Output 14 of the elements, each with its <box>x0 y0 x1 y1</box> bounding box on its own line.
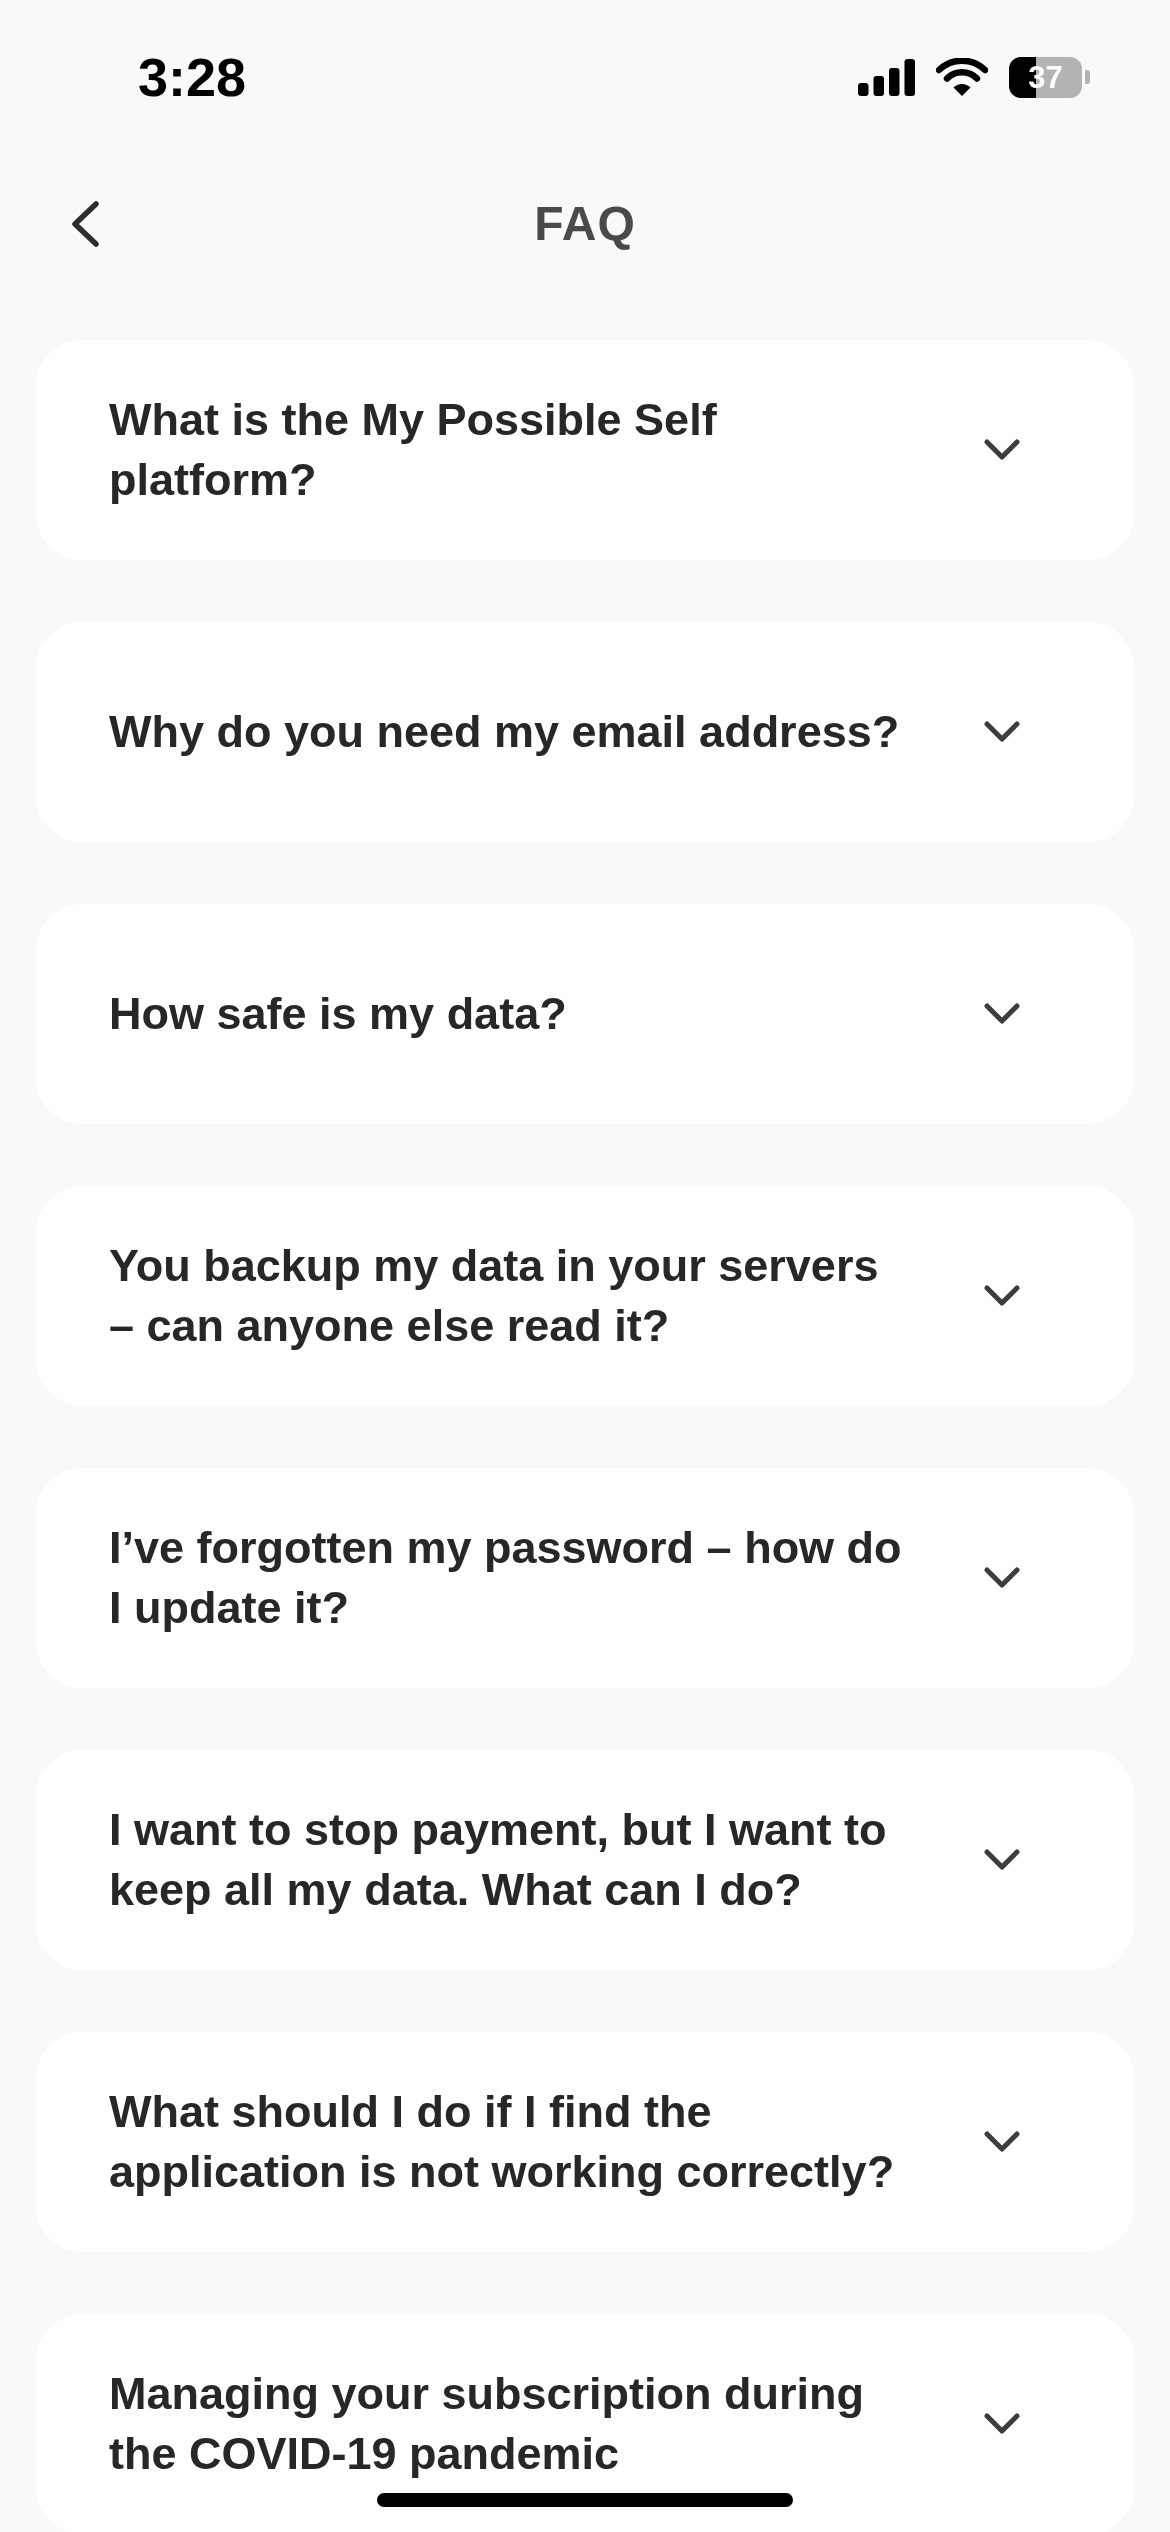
page-title: FAQ <box>534 200 636 248</box>
faq-question[interactable]: I’ve forgotten my password – how do I update it? <box>36 1468 1134 1688</box>
faq-question[interactable]: What should I do if I find the application is not working correctly? <box>36 2032 1134 2252</box>
signal-icon <box>858 58 915 96</box>
back-button[interactable] <box>70 201 100 247</box>
chevron-left-icon <box>70 201 100 247</box>
faq-question[interactable]: What is the My Possible Self platform? <box>36 340 1134 560</box>
faq-question[interactable]: Managing your subscription during the COVID-19 pandemic <box>36 2314 1134 2532</box>
faq-question[interactable]: Why do you need my email address? <box>36 622 1134 842</box>
faq-question[interactable]: I want to stop payment, but I want to keep all my data. What can I do? <box>36 1750 1134 1970</box>
status-time: 3:28 <box>138 50 247 104</box>
wifi-icon <box>936 58 988 96</box>
faq-question[interactable]: How safe is my data? <box>36 904 1134 1124</box>
faq-question[interactable]: You backup my data in your servers – can anyone else read it? <box>36 1186 1134 1406</box>
